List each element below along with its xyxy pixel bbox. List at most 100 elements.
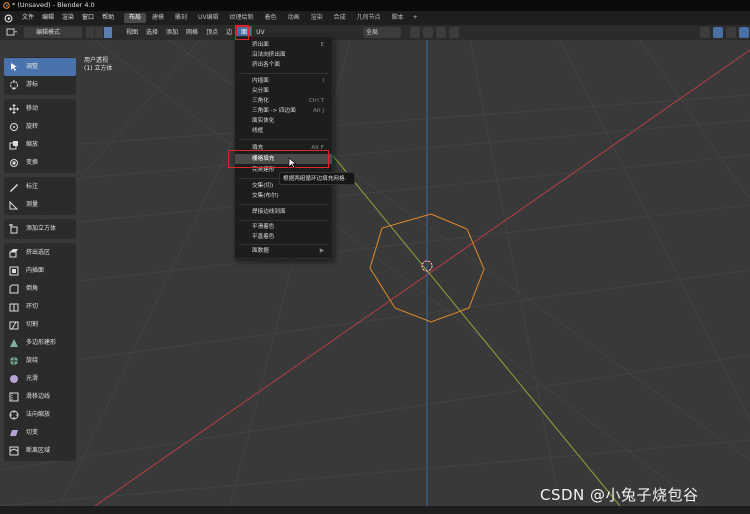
tool-inset[interactable]: 内插面 xyxy=(4,262,76,280)
tool-annotate[interactable]: 标注 xyxy=(4,178,76,196)
scale-icon xyxy=(9,141,18,150)
snap-icon[interactable] xyxy=(423,27,433,38)
tab-uv-editing[interactable]: UV编辑 xyxy=(193,13,224,23)
menu-item-extrude-faces[interactable]: 挤出面 E xyxy=(235,40,332,50)
tab-rendering[interactable]: 渲染 xyxy=(306,13,328,23)
menu-mesh[interactable]: 网格 xyxy=(182,25,202,40)
tool-bevel[interactable]: 倒角 xyxy=(4,280,76,298)
menu-item-label: 线框 xyxy=(252,128,264,134)
tool-label: 多边形建形 xyxy=(26,339,57,346)
mouse-pointer-icon xyxy=(288,157,297,169)
viewport-3d[interactable] xyxy=(0,40,750,506)
blender-menu-icon[interactable] xyxy=(4,14,13,23)
menu-item-shortcut: Alt J xyxy=(312,108,324,114)
tab-layout[interactable]: 布局 xyxy=(124,13,147,23)
mode-selector[interactable]: 编辑模式 xyxy=(24,27,82,38)
main-menu: 文件 编辑 渲染 窗口 帮助 xyxy=(18,11,118,25)
menu-item-shade-flat[interactable]: 平直着色 xyxy=(235,232,332,242)
tab-sculpting[interactable]: 雕刻 xyxy=(170,13,192,23)
pivot-icon[interactable] xyxy=(410,27,420,38)
menu-item-label: 三角化 xyxy=(252,98,269,104)
menu-view[interactable]: 视图 xyxy=(122,25,142,40)
tool-group-annotate: 标注 测量 xyxy=(4,177,76,215)
view-name: 用户透视 xyxy=(84,57,109,64)
tool-rotate[interactable]: 旋转 xyxy=(4,118,76,136)
menu-item-shortcut: E xyxy=(320,42,324,48)
menu-item-tris-to-quads[interactable]: 三角面 -> 四边面 Alt J xyxy=(235,106,332,116)
tool-shrink-fatten[interactable]: 法向缩放 xyxy=(4,406,76,424)
menu-select[interactable]: 选择 xyxy=(142,25,162,40)
tab-compositing[interactable]: 合成 xyxy=(329,13,351,23)
rotate-icon xyxy=(10,123,18,131)
vertex-select-icon[interactable] xyxy=(86,27,94,38)
tool-rip-region[interactable]: 断离区域 xyxy=(4,442,76,460)
xray-icon[interactable] xyxy=(739,27,749,38)
editor-type-icon[interactable] xyxy=(6,28,18,37)
tab-geometry-nodes[interactable]: 几何节点 xyxy=(352,13,386,23)
tool-transform[interactable]: 变换 xyxy=(4,154,76,172)
tool-measure[interactable]: 测量 xyxy=(4,196,76,214)
tool-move[interactable]: 移动 xyxy=(4,100,76,118)
menu-window[interactable]: 窗口 xyxy=(78,11,98,25)
tool-label: 调整 xyxy=(26,63,39,70)
tooltip: 根据两组循环边填充网格. xyxy=(279,172,355,185)
tool-shear[interactable]: 切变 xyxy=(4,424,76,442)
workspace-tabs: 布局 建模 雕刻 UV编辑 纹理绘制 着色 动画 渲染 合成 几何节点 脚本 + xyxy=(124,13,422,23)
menu-item-extrude-along-normals[interactable]: 沿法向挤出面 xyxy=(235,50,332,60)
menu-item-extrude-individual[interactable]: 挤出各个面 xyxy=(235,60,332,70)
edge-select-icon[interactable] xyxy=(95,27,103,38)
tool-poly-build[interactable]: 多边形建形 xyxy=(4,334,76,352)
tool-add-cube[interactable]: 添加立方体 xyxy=(4,220,76,238)
proportional-edit-icon[interactable] xyxy=(436,27,446,38)
menu-item-label: 挤出各个面 xyxy=(252,62,280,68)
tool-tweak[interactable]: 调整 xyxy=(4,58,76,76)
visibility-icon[interactable] xyxy=(700,27,710,38)
viewport-info: 用户透视 (1) 立方体 xyxy=(84,57,112,73)
menu-help[interactable]: 帮助 xyxy=(98,11,118,25)
menu-item-face-data[interactable]: 面数据 ▶ xyxy=(235,246,332,256)
tab-animation[interactable]: 动画 xyxy=(283,13,305,23)
tool-label: 切变 xyxy=(26,429,39,436)
tool-spin[interactable]: 旋绕 xyxy=(4,352,76,370)
menu-edit[interactable]: 编辑 xyxy=(38,11,58,25)
tool-knife[interactable]: 切割 xyxy=(4,316,76,334)
gizmo-icon[interactable] xyxy=(713,27,723,38)
cursor-icon xyxy=(10,80,18,90)
menu-item-weld-edges[interactable]: 焊接边线到面 xyxy=(235,207,332,217)
overlay-icon[interactable] xyxy=(726,27,736,38)
tool-loop-cut[interactable]: 环切 xyxy=(4,298,76,316)
tab-modeling[interactable]: 建模 xyxy=(147,13,169,23)
menu-item-wireframe[interactable]: 线框 xyxy=(235,126,332,136)
tab-shading[interactable]: 着色 xyxy=(260,13,282,23)
face-menu-highlight xyxy=(235,25,249,40)
menu-item-label: 平直着色 xyxy=(252,234,275,240)
menu-item-poke[interactable]: 尖分面 xyxy=(235,86,332,96)
menu-item-intersect-boolean[interactable]: 交集(布尔) xyxy=(235,191,332,201)
menu-item-label: 沿法向挤出面 xyxy=(252,52,286,58)
tool-smooth[interactable]: 光滑 xyxy=(4,370,76,388)
face-select-icon[interactable] xyxy=(104,27,112,38)
tool-scale[interactable]: 缩放 xyxy=(4,136,76,154)
menu-file[interactable]: 文件 xyxy=(18,11,38,25)
menu-render[interactable]: 渲染 xyxy=(58,11,78,25)
menu-item-inset[interactable]: 内插面 I xyxy=(235,76,332,86)
tool-label: 挤出选区 xyxy=(26,249,51,256)
falloff-icon[interactable] xyxy=(449,27,459,38)
transform-orientation-dropdown[interactable]: 全局 xyxy=(363,27,401,38)
tab-texture-paint[interactable]: 纹理绘制 xyxy=(225,13,259,23)
mode-label: 编辑模式 xyxy=(36,29,61,36)
menu-item-shortcut: Ctrl T xyxy=(308,98,324,104)
add-workspace-button[interactable]: + xyxy=(410,13,421,23)
menu-item-solidify[interactable]: 面实体化 xyxy=(235,116,332,126)
poly-build-icon xyxy=(10,339,18,347)
menu-item-triangulate[interactable]: 三角化 Ctrl T xyxy=(235,96,332,106)
menu-add[interactable]: 添加 xyxy=(162,25,182,40)
menu-vertex[interactable]: 顶点 xyxy=(202,25,222,40)
tool-extrude[interactable]: 挤出选区 xyxy=(4,244,76,262)
tool-edge-slide[interactable]: 滑移边线 xyxy=(4,388,76,406)
tool-label: 测量 xyxy=(26,201,39,208)
tab-scripting[interactable]: 脚本 xyxy=(387,13,409,23)
tool-cursor[interactable]: 游标 xyxy=(4,76,76,94)
menu-item-shade-smooth[interactable]: 平滑着色 xyxy=(235,222,332,232)
tool-group-mesh: 挤出选区 内插面 倒角 环切 切割 多边形建形 旋绕 光滑 滑移边线 法向缩放 … xyxy=(4,243,76,461)
